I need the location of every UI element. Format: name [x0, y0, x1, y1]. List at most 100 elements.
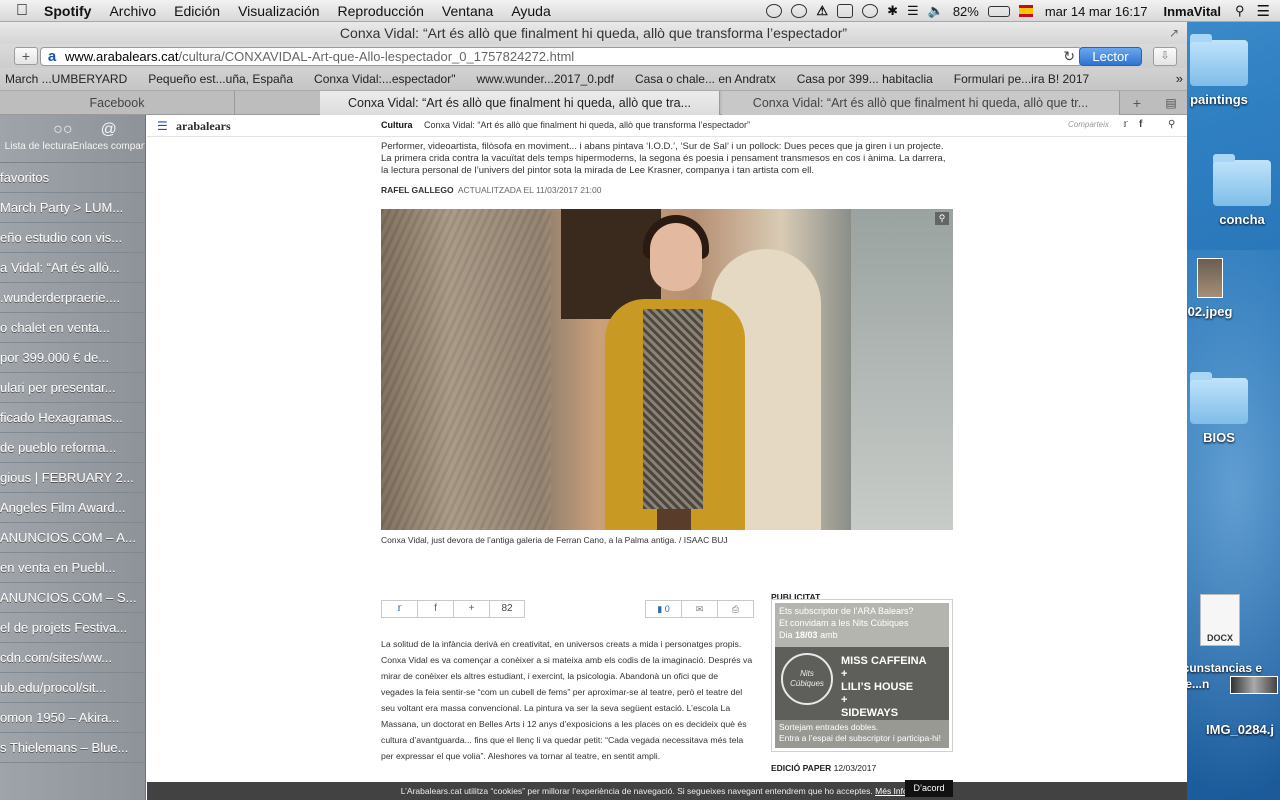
tab-overview-icon[interactable]: ▤	[1159, 91, 1183, 115]
hamburger-menu-icon[interactable]: ☰	[157, 119, 168, 133]
desktop-folder-paintings[interactable]: paintings	[1185, 34, 1253, 107]
sidebar-item[interactable]: gious | FEBRUARY 2...	[0, 463, 145, 493]
sidebar-item[interactable]: favoritos	[0, 163, 145, 193]
check-icon[interactable]	[791, 4, 808, 18]
reload-icon[interactable]: ↻	[1063, 48, 1075, 65]
print-button[interactable]: ⎙	[717, 600, 754, 618]
time-machine-icon[interactable]	[862, 4, 879, 18]
sidebar-tab-reading-list[interactable]: ○○ Lista de lectura	[0, 115, 73, 162]
sidebar-item[interactable]: ANUNCIOS.COM – A...	[0, 523, 145, 553]
site-favicon-icon: a	[47, 48, 57, 65]
sidebar-item[interactable]: o chalet en venta...	[0, 313, 145, 343]
twitter-icon[interactable]: 𝕣	[1123, 119, 1128, 130]
menu-reproduccion[interactable]: Reproducción	[338, 3, 424, 19]
user-name[interactable]: InmaVital	[1163, 4, 1221, 19]
menu-app-name[interactable]: Spotify	[44, 3, 91, 19]
desktop-file-jpeg[interactable]: 02.jpeg	[1180, 258, 1240, 319]
share-more-button[interactable]: +	[453, 600, 490, 618]
bookmark-item[interactable]: Formulari pe...ira B! 2017	[954, 72, 1089, 86]
notification-center-icon[interactable]: ☰	[1257, 2, 1270, 20]
bookmark-item[interactable]: Pequeño est...uña, España	[148, 72, 293, 86]
warning-icon[interactable]: ⚠	[816, 3, 828, 19]
sidebar-item[interactable]: ficado Hexagramas...	[0, 403, 145, 433]
bookmark-item[interactable]: Casa o chale... en Andratx	[635, 72, 776, 86]
sidebar-item[interactable]: s Thielemans – Blue...	[0, 733, 145, 763]
reading-list-sidebar: ○○ Lista de lectura @ Enlaces compartido…	[0, 115, 146, 800]
bookmark-item[interactable]: www.wunder...2017_0.pdf	[477, 72, 614, 86]
photo-dress	[643, 309, 703, 509]
sidebar-list: favoritos March Party > LUM... eño estudio…	[0, 163, 145, 763]
desktop-folder-concha[interactable]: concha	[1208, 154, 1276, 227]
article-tools: ▮ 0 ✉ ⎙	[645, 600, 754, 618]
sidebar-item[interactable]: cdn.com/sites/ww...	[0, 643, 145, 673]
sidebar-item[interactable]: el de projets Festiva...	[0, 613, 145, 643]
bookmark-item[interactable]: March ...UMBERYARD	[5, 72, 127, 86]
plus-icon: +	[468, 603, 475, 614]
sidebar-item[interactable]: a Vidal: “Art és allò...	[0, 253, 145, 283]
bookmark-item[interactable]: Conxa Vidal:...espectador"	[314, 72, 455, 86]
sidebar-item[interactable]: omon 1950 – Akira...	[0, 703, 145, 733]
status-icon[interactable]	[766, 4, 783, 18]
facebook-icon[interactable]: f	[1139, 119, 1142, 130]
social-share-bar: 𝕣 f + 82	[381, 600, 525, 618]
photo-face	[650, 223, 702, 291]
apple-menu-icon[interactable]: 	[0, 2, 44, 20]
menu-ventana[interactable]: Ventana	[442, 3, 493, 19]
search-icon[interactable]: ⚲	[1168, 119, 1175, 130]
new-tab-button[interactable]: +	[1125, 91, 1149, 115]
sidebar-item[interactable]: ub.edu/procol/sit...	[0, 673, 145, 703]
reader-button[interactable]: Lector	[1079, 47, 1142, 66]
bluetooth-icon[interactable]: ✱	[887, 3, 898, 19]
sidebar-item[interactable]: .wunderderpraerie....	[0, 283, 145, 313]
tab-facebook[interactable]: Facebook	[0, 91, 235, 115]
sidebar-item[interactable]: por 399.000 € de...	[0, 343, 145, 373]
sidebar-item[interactable]: en venta en Puebl...	[0, 553, 145, 583]
battery-percent[interactable]: 82%	[953, 4, 979, 19]
sidebar-item[interactable]: ANUNCIOS.COM – S...	[0, 583, 145, 613]
article-photo[interactable]: ⚲	[381, 209, 953, 530]
cookie-accept-button[interactable]: D’acord	[905, 780, 953, 797]
share-twitter-button[interactable]: 𝕣	[381, 600, 418, 618]
bookmarks-overflow-icon[interactable]: »	[1176, 71, 1183, 86]
author-name[interactable]: RAFEL GALLEGO	[381, 185, 454, 195]
site-logo[interactable]: arabalears	[176, 119, 231, 134]
menu-visualizacion[interactable]: Visualización	[238, 3, 319, 19]
fullscreen-icon[interactable]: ↗	[1169, 22, 1179, 44]
comments-button[interactable]: ▮ 0	[645, 600, 682, 618]
wifi-icon[interactable]: ☰	[907, 3, 919, 19]
add-bookmark-button[interactable]: +	[14, 47, 38, 65]
sidebar-item[interactable]: eño estudio con vis...	[0, 223, 145, 253]
battery-icon[interactable]	[987, 5, 1010, 17]
clock[interactable]: mar 14 mar 16:17	[1045, 4, 1148, 19]
sidebar-item[interactable]: March Party > LUM...	[0, 193, 145, 223]
input-source-flag-icon[interactable]	[1018, 5, 1033, 17]
tab-conxa-vidal-2[interactable]: Conxa Vidal: “Art és allò que finalment …	[722, 91, 1120, 115]
share-count: 82	[489, 600, 525, 618]
airplay-icon[interactable]	[837, 4, 854, 18]
sidebar-item[interactable]: ulari per presentar...	[0, 373, 145, 403]
sidebar-tab-shared-links[interactable]: @ Enlaces compartidos	[73, 115, 146, 162]
email-button[interactable]: ✉	[681, 600, 718, 618]
desktop-item-label: BIOS	[1203, 430, 1235, 445]
sidebar-item[interactable]: de pueblo reforma...	[0, 433, 145, 463]
desktop-folder-bios[interactable]: BIOS	[1185, 372, 1253, 445]
spotlight-search-icon[interactable]: ⚲	[1235, 3, 1245, 19]
sidebar-tab-label: Enlaces compartidos	[72, 141, 146, 152]
volume-icon[interactable]: 🔈	[928, 3, 944, 19]
share-facebook-button[interactable]: f	[417, 600, 454, 618]
desktop-file-docx[interactable]: DOCX	[1190, 594, 1250, 650]
tab-conxa-vidal-1[interactable]: Conxa Vidal: “Art és allò que finalment …	[320, 91, 720, 115]
menu-archivo[interactable]: Archivo	[109, 3, 156, 19]
advertisement[interactable]: Ets subscriptor de l’ARA Balears? Et con…	[771, 599, 953, 752]
bookmark-item[interactable]: Casa por 399... habitaclia	[797, 72, 933, 86]
desktop-file-img[interactable]: IMG_0284.j	[1206, 722, 1280, 737]
zoom-icon[interactable]: ⚲	[935, 212, 949, 225]
menu-ayuda[interactable]: Ayuda	[511, 3, 550, 19]
address-bar[interactable]: a www.arabalears.cat /cultura/CONXAVIDAL…	[40, 47, 1082, 66]
menu-edicion[interactable]: Edición	[174, 3, 220, 19]
sidebar-item[interactable]: Angeles Film Award...	[0, 493, 145, 523]
photo-caption: Conxa Vidal, just devora de l’antiga gal…	[381, 535, 728, 545]
section-label[interactable]: Cultura	[381, 120, 413, 130]
downloads-icon[interactable]: ⇩	[1153, 47, 1177, 66]
folder-icon	[1213, 154, 1271, 206]
